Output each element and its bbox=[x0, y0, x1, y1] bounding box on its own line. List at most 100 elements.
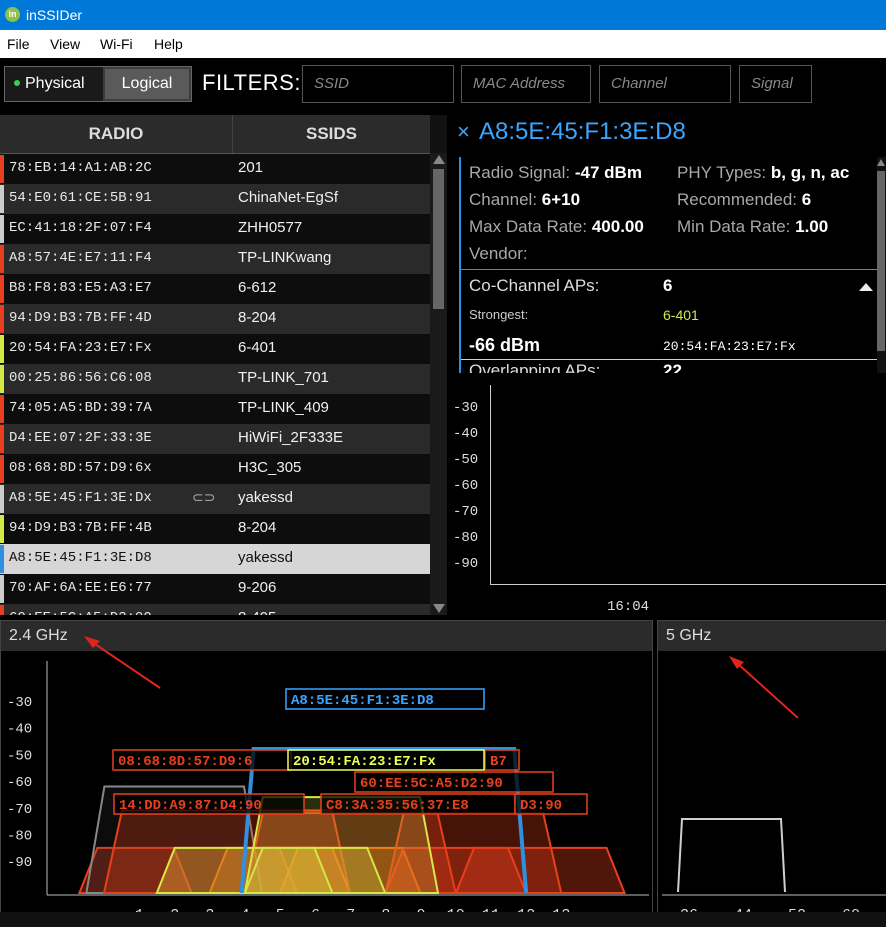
row-color-bar bbox=[0, 185, 4, 213]
radio-signal-label: Radio Signal: bbox=[469, 163, 571, 182]
recommended-value: 6 bbox=[801, 190, 812, 209]
y-tick-label: -30 bbox=[7, 695, 32, 711]
radio-column-header[interactable]: RADIO bbox=[0, 115, 233, 153]
title-bar: in inSSIDer bbox=[0, 0, 886, 30]
ap-label: 14:DD:A9:87:D4:90 bbox=[119, 798, 262, 814]
row-color-bar bbox=[0, 275, 4, 303]
ap-shape-gray[interactable] bbox=[677, 818, 786, 893]
table-row[interactable]: EC:41:18:2F:07:F4 ZHH0577 bbox=[0, 214, 430, 244]
recommended-label: Recommended: bbox=[677, 190, 798, 209]
strongest-signal: -66 dBm bbox=[469, 335, 541, 355]
channel-filter-input[interactable]: Channel bbox=[599, 65, 731, 103]
time-chart-y-tick: -80 bbox=[453, 530, 479, 546]
ap-label: D3:90 bbox=[520, 798, 562, 814]
ssids-column-header[interactable]: SSIDS bbox=[233, 115, 430, 153]
table-row[interactable]: A8:5E:45:F1:3E:D8 yakessd bbox=[0, 544, 430, 574]
max-rate-label: Max Data Rate: bbox=[469, 217, 588, 236]
row-mac: 60:EE:5C:A5:D2:90 bbox=[9, 610, 152, 615]
row-ssid: 6-612 bbox=[238, 279, 277, 296]
physical-label: Physical bbox=[25, 75, 85, 92]
time-chart-y-tick: -40 bbox=[453, 426, 479, 442]
details-scrollbar[interactable] bbox=[877, 157, 886, 373]
row-color-bar bbox=[0, 245, 4, 273]
time-chart-axes bbox=[490, 385, 886, 585]
table-row[interactable]: 74:05:A5:BD:39:7A TP-LINK_409 bbox=[0, 394, 430, 424]
table-row[interactable]: A8:57:4E:E7:11:F4 TP-LINKwang bbox=[0, 244, 430, 274]
row-mac: A8:57:4E:E7:11:F4 bbox=[9, 250, 152, 266]
table-row[interactable]: 60:EE:5C:A5:D2:90 8-405 bbox=[0, 604, 430, 615]
row-mac: A8:5E:45:F1:3E:Dx bbox=[9, 490, 152, 506]
y-tick-label: -90 bbox=[7, 855, 32, 871]
menu-wifi[interactable]: Wi-Fi bbox=[100, 36, 133, 52]
row-ssid: 201 bbox=[238, 159, 264, 176]
row-color-bar bbox=[0, 425, 4, 453]
ap-label: 60:EE:5C:A5:D2:90 bbox=[360, 776, 503, 792]
row-mac: 08:68:8D:57:D9:6x bbox=[9, 460, 152, 476]
filter-bar: Physical Logical FILTERS: SSID MAC Addre… bbox=[0, 58, 886, 114]
row-color-bar bbox=[0, 395, 4, 423]
row-ssid: yakessd bbox=[238, 549, 294, 566]
menu-file[interactable]: File bbox=[7, 36, 30, 52]
ap-label-strongest: 20:54:FA:23:E7:Fx bbox=[293, 754, 436, 770]
strongest-label: Strongest: bbox=[469, 307, 529, 322]
row-color-bar bbox=[0, 485, 4, 513]
scroll-thumb[interactable] bbox=[433, 169, 444, 309]
table-row[interactable]: D4:EE:07:2F:33:3E HiWiFi_2F333E bbox=[0, 424, 430, 454]
row-mac: 74:05:A5:BD:39:7A bbox=[9, 400, 152, 416]
time-chart-x-tick: 16:04 bbox=[607, 599, 650, 615]
menu-view[interactable]: View bbox=[50, 36, 80, 52]
row-mac: 70:AF:6A:EE:E6:77 bbox=[9, 580, 152, 596]
table-row[interactable]: 78:EB:14:A1:AB:2C 201 bbox=[0, 154, 430, 184]
app-logo-icon: in bbox=[5, 7, 20, 22]
min-rate-label: Min Data Rate: bbox=[677, 217, 791, 236]
mac-filter-input[interactable]: MAC Address bbox=[461, 65, 591, 103]
max-rate-value: 400.00 bbox=[591, 217, 644, 236]
ap-label-selected: A8:5E:45:F1:3E:D8 bbox=[291, 693, 434, 709]
band-24ghz-panel: 2.4 GHz -30-40-50-60-70-80-9012345678910… bbox=[0, 620, 653, 914]
scroll-thumb[interactable] bbox=[877, 171, 885, 351]
cochannel-label: Co-Channel APs: bbox=[469, 276, 600, 295]
scroll-down-icon[interactable] bbox=[433, 604, 445, 613]
details-info-box: Radio Signal: -47 dBm PHY Types: b, g, n… bbox=[459, 157, 879, 373]
table-row[interactable]: 00:25:86:56:C6:08 TP-LINK_701 bbox=[0, 364, 430, 394]
table-row[interactable]: 70:AF:6A:EE:E6:77 9-206 bbox=[0, 574, 430, 604]
channel-label: Channel: bbox=[469, 190, 538, 209]
close-icon[interactable]: × bbox=[457, 119, 470, 145]
overlapping-value: 22 bbox=[663, 361, 682, 373]
table-row[interactable]: 20:54:FA:23:E7:Fx 6-401 bbox=[0, 334, 430, 364]
window-title: inSSIDer bbox=[26, 7, 83, 23]
radio-signal-value: -47 dBm bbox=[574, 163, 642, 182]
logical-toggle-button[interactable]: Logical bbox=[105, 69, 189, 99]
row-ssid: ChinaNet-EgSf bbox=[238, 189, 339, 206]
row-ssid: 8-405 bbox=[238, 609, 276, 615]
time-chart-y-tick: -60 bbox=[453, 478, 479, 494]
row-color-bar bbox=[0, 515, 4, 543]
scroll-up-icon[interactable] bbox=[877, 159, 885, 166]
ssid-filter-input[interactable]: SSID bbox=[302, 65, 454, 103]
table-row[interactable]: B8:F8:83:E5:A3:E7 6-612 bbox=[0, 274, 430, 304]
scroll-up-icon[interactable] bbox=[433, 155, 445, 164]
table-row[interactable]: 94:D9:B3:7B:FF:4D 8-204 bbox=[0, 304, 430, 334]
table-row[interactable]: 54:E0:61:CE:5B:91 ChinaNet-EgSf bbox=[0, 184, 430, 214]
table-row[interactable]: A8:5E:45:F1:3E:Dx yakessd ⊂⊃ bbox=[0, 484, 430, 514]
row-mac: 94:D9:B3:7B:FF:4D bbox=[9, 310, 152, 326]
signal-filter-input[interactable]: Signal bbox=[739, 65, 812, 103]
channel-value: 6+10 bbox=[541, 190, 581, 209]
table-row[interactable]: 08:68:8D:57:D9:6x H3C_305 bbox=[0, 454, 430, 484]
status-bar bbox=[0, 912, 886, 927]
row-mac: 00:25:86:56:C6:08 bbox=[9, 370, 152, 386]
physical-toggle-button[interactable]: Physical bbox=[5, 67, 103, 101]
time-chart-y-tick: -30 bbox=[453, 400, 479, 416]
band-5ghz-title: 5 GHz bbox=[658, 621, 886, 651]
active-dot-icon bbox=[14, 79, 20, 86]
time-chart-y-tick: -50 bbox=[453, 452, 479, 468]
link-icon: ⊂⊃ bbox=[192, 489, 216, 505]
time-chart-y-tick: -70 bbox=[453, 504, 479, 520]
ap-label: C8:3A:35:56:37:E8 bbox=[326, 798, 469, 814]
menu-help[interactable]: Help bbox=[154, 36, 183, 52]
row-color-bar bbox=[0, 365, 4, 393]
overlapping-label: Overlapping APs: bbox=[469, 361, 601, 373]
table-scrollbar[interactable] bbox=[430, 153, 447, 615]
collapse-cochannel-icon[interactable] bbox=[859, 283, 873, 291]
table-row[interactable]: 94:D9:B3:7B:FF:4B 8-204 bbox=[0, 514, 430, 544]
